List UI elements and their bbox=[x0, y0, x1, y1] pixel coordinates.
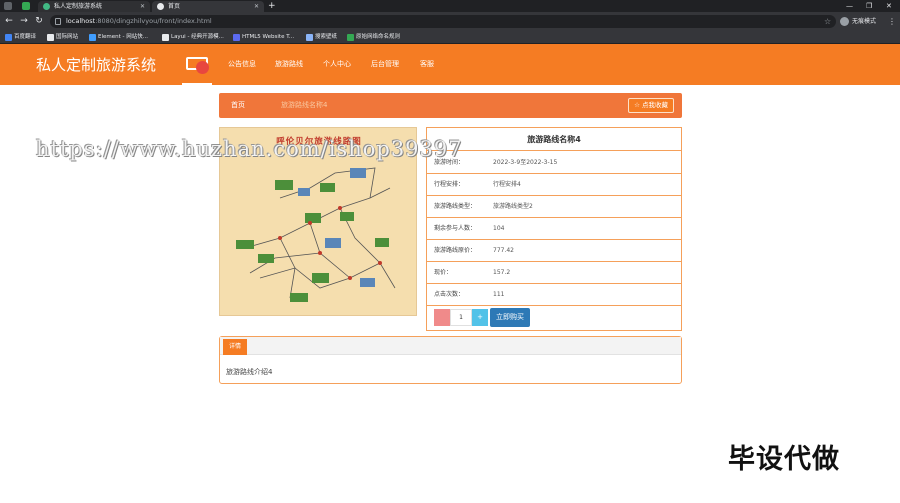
breadcrumb-home[interactable]: 首页 bbox=[231, 93, 245, 118]
buy-now-button[interactable]: 立即购买 bbox=[490, 308, 530, 327]
quantity-plus-button[interactable]: + bbox=[472, 309, 488, 326]
info-key: 旅游路线类型： bbox=[434, 203, 477, 210]
site-header: 私人定制旅游系统 公告信息 旅游路线 个人中心 后台管理 客服 bbox=[0, 44, 900, 85]
quantity-input[interactable]: 1 bbox=[450, 309, 472, 326]
menu-kebab-icon[interactable]: ⋮ bbox=[888, 15, 896, 28]
url-path: :8080/dingzhilvyou/front/index.html bbox=[95, 17, 212, 25]
incognito-profile[interactable]: 无痕模式 bbox=[840, 16, 876, 27]
route-info-panel: 旅游路线名称4 旅游时间： 2022-3-9至2022-3-15 行程安排： 行程安… bbox=[426, 127, 682, 331]
nav-personal-center[interactable]: 个人中心 bbox=[323, 44, 351, 85]
info-key: 现价： bbox=[434, 269, 453, 276]
browser-tab-system[interactable]: 私人定制旅游系统 ✕ bbox=[38, 1, 150, 12]
nav-routes[interactable]: 旅游路线 bbox=[275, 44, 303, 85]
info-key: 剩余参与人数： bbox=[434, 225, 477, 232]
nav-customer-service[interactable]: 客服 bbox=[420, 44, 434, 85]
bookmarks-bar: 百度翻译 国际网站 Element - 网站快... Layui - 经典开源模… bbox=[0, 31, 900, 44]
bookmark-icon bbox=[233, 34, 240, 41]
globe-favicon-icon bbox=[157, 3, 164, 10]
info-value: 111 bbox=[493, 291, 505, 298]
info-row-itinerary: 行程安排： 行程安排4 bbox=[427, 174, 681, 196]
nav-admin[interactable]: 后台管理 bbox=[371, 44, 399, 85]
purchase-row: 1 + 立即购买 bbox=[427, 305, 681, 331]
bookmark-icon bbox=[47, 34, 54, 41]
tab-close-icon[interactable]: ✕ bbox=[140, 1, 145, 12]
tab-close-icon[interactable]: ✕ bbox=[254, 1, 259, 12]
bookmark-icon bbox=[89, 34, 96, 41]
browser-tab-home[interactable]: 首页 ✕ bbox=[152, 1, 264, 12]
bookmark-label: Element - 网站快... bbox=[98, 34, 148, 40]
breadcrumb-current: 旅游路线名称4 bbox=[281, 101, 328, 109]
address-bar[interactable]: localhost:8080/dingzhilvyou/front/index.… bbox=[50, 15, 836, 28]
bookmark-item[interactable]: 原始网络命名规则 bbox=[347, 31, 400, 44]
browser-toolbar: ← → ↻ localhost:8080/dingzhilvyou/front/… bbox=[0, 12, 900, 31]
bookmark-item[interactable]: 百度翻译 bbox=[5, 31, 36, 44]
bookmark-item[interactable]: HTML5 Website T... bbox=[233, 31, 294, 44]
bookmark-label: 原始网络命名规则 bbox=[356, 34, 401, 40]
site-title[interactable]: 私人定制旅游系统 bbox=[36, 55, 156, 75]
bookmark-icon bbox=[347, 34, 354, 41]
info-key: 点击次数： bbox=[434, 291, 465, 298]
info-icon[interactable] bbox=[55, 18, 61, 25]
bookmark-icon bbox=[306, 34, 313, 41]
reload-icon[interactable]: ↻ bbox=[33, 15, 45, 27]
profile-label: 无痕模式 bbox=[852, 18, 877, 25]
detail-body: 旅游路线介绍4 bbox=[226, 368, 273, 376]
bookmark-icon bbox=[5, 34, 12, 41]
url-host: localhost bbox=[66, 17, 96, 25]
info-value: 行程安排4 bbox=[493, 181, 521, 188]
info-value: 157.2 bbox=[493, 269, 511, 276]
info-row-remaining: 剩余参与人数： 104 bbox=[427, 218, 681, 240]
tab-label: 首页 bbox=[168, 3, 181, 10]
quantity-minus-button[interactable] bbox=[434, 309, 450, 326]
route-title: 旅游路线名称4 bbox=[427, 128, 681, 151]
info-row-original-price: 旅游路线原价： 777.42 bbox=[427, 240, 681, 262]
bookmark-label: 国际网站 bbox=[56, 34, 79, 40]
nav-home-button[interactable] bbox=[182, 44, 212, 85]
favorite-button[interactable]: ☆ 点我收藏 bbox=[628, 98, 674, 113]
nav-notice[interactable]: 公告信息 bbox=[228, 44, 256, 85]
info-row-time: 旅游时间： 2022-3-9至2022-3-15 bbox=[427, 152, 681, 174]
browser-tab-strip: 私人定制旅游系统 ✕ 首页 ✕ + — ❐ ✕ bbox=[0, 0, 900, 12]
info-value: 104 bbox=[493, 225, 505, 232]
tab-detail[interactable]: 详情 bbox=[223, 339, 248, 355]
new-tab-button[interactable]: + bbox=[268, 0, 276, 12]
bookmark-label: Layui - 经典开源模... bbox=[171, 34, 224, 40]
detail-tabs: 详情 bbox=[220, 337, 681, 355]
bookmark-label: 搜索壁纸 bbox=[315, 34, 338, 40]
watermark-corner: 毕设代做 bbox=[728, 444, 840, 475]
bookmark-icon bbox=[162, 34, 169, 41]
info-value: 2022-3-9至2022-3-15 bbox=[493, 159, 558, 166]
info-key: 行程安排： bbox=[434, 181, 465, 188]
close-window-button[interactable]: ✕ bbox=[886, 0, 892, 12]
back-arrow-icon[interactable]: ← bbox=[3, 15, 15, 27]
bookmark-label: HTML5 Website T... bbox=[242, 34, 295, 40]
forward-arrow-icon[interactable]: → bbox=[18, 15, 30, 27]
notification-dot-icon bbox=[196, 61, 209, 74]
maximize-button[interactable]: ❐ bbox=[866, 0, 872, 12]
bookmark-label: 百度翻译 bbox=[14, 34, 37, 40]
breadcrumb: 首页 旅游路线名称4 ☆ 点我收藏 bbox=[219, 93, 682, 118]
bookmark-item[interactable]: Layui - 经典开源模... bbox=[162, 31, 224, 44]
bookmark-item[interactable]: 搜索壁纸 bbox=[306, 31, 337, 44]
info-value: 旅游路线类型2 bbox=[493, 203, 533, 210]
pinned-tab[interactable] bbox=[22, 2, 30, 10]
minimize-button[interactable]: — bbox=[846, 0, 853, 12]
vue-favicon-icon bbox=[43, 3, 50, 10]
bookmark-item[interactable]: 国际网站 bbox=[47, 31, 78, 44]
watermark-url: https://www.huzhan.com/ishop39397 bbox=[36, 137, 463, 161]
info-key: 旅游路线原价： bbox=[434, 247, 477, 254]
info-row-type: 旅游路线类型： 旅游路线类型2 bbox=[427, 196, 681, 218]
tab-label: 私人定制旅游系统 bbox=[54, 3, 103, 10]
info-row-clicks: 点击次数： 111 bbox=[427, 284, 681, 306]
bookmark-item[interactable]: Element - 网站快... bbox=[89, 31, 148, 44]
tab-search-icon[interactable] bbox=[4, 2, 12, 10]
incognito-icon bbox=[840, 17, 849, 26]
info-row-current-price: 现价： 157.2 bbox=[427, 262, 681, 284]
bookmark-star-icon[interactable]: ☆ bbox=[824, 15, 831, 28]
detail-panel: 详情 旅游路线介绍4 bbox=[219, 336, 682, 384]
info-value: 777.42 bbox=[493, 247, 514, 254]
